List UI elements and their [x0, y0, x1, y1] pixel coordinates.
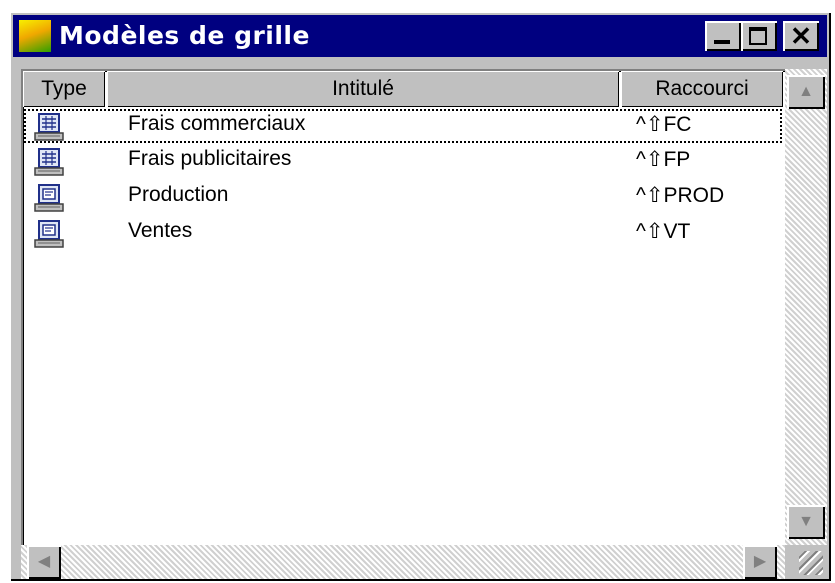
- vertical-scrollbar[interactable]: ▲ ▼: [785, 69, 827, 545]
- arrow-down-icon: ▼: [798, 513, 814, 530]
- scroll-down-button[interactable]: ▼: [787, 505, 825, 539]
- row-label: Frais commerciaux: [128, 112, 306, 135]
- arrow-right-icon: ▶: [753, 553, 767, 570]
- spreadsheet-icon: [34, 148, 64, 176]
- shortcut-modifier: ^⇧: [636, 113, 664, 136]
- column-header-label[interactable]: Intitulé: [107, 71, 619, 107]
- row-shortcut: ^⇧FP: [636, 147, 690, 172]
- app-icon[interactable]: [19, 20, 51, 52]
- list-item[interactable]: Ventes ^⇧VT: [24, 216, 782, 250]
- column-header-shortcut[interactable]: Raccourci: [621, 71, 783, 107]
- shortcut-modifier: ^⇧: [636, 184, 664, 207]
- shortcut-modifier: ^⇧: [636, 220, 664, 243]
- row-shortcut: ^⇧FC: [636, 112, 691, 137]
- shortcut-modifier: ^⇧: [636, 148, 664, 171]
- horizontal-scrollbar[interactable]: ◀ ▶: [21, 545, 785, 579]
- shortcut-key: FP: [663, 148, 691, 171]
- close-button[interactable]: ✕: [783, 21, 819, 51]
- arrow-left-icon: ◀: [37, 553, 51, 570]
- row-label: Frais publicitaires: [128, 147, 292, 170]
- list-item[interactable]: Production ^⇧PROD: [24, 180, 782, 214]
- close-icon: ✕: [790, 21, 812, 51]
- template-list[interactable]: Type Intitulé Raccourci Frais commerciau…: [21, 69, 785, 545]
- form-icon: [34, 184, 64, 212]
- list-item[interactable]: Frais publicitaires ^⇧FP: [24, 144, 782, 178]
- row-label: Production: [128, 183, 229, 206]
- shortcut-key: FC: [663, 113, 692, 136]
- row-label: Ventes: [128, 219, 193, 242]
- row-shortcut: ^⇧VT: [636, 219, 690, 244]
- scroll-right-button[interactable]: ▶: [743, 545, 777, 579]
- arrow-up-icon: ▲: [798, 83, 814, 100]
- shortcut-key: VT: [663, 220, 691, 243]
- maximize-button[interactable]: [741, 21, 777, 51]
- window: Modèles de grille ✕ Type Intitulé Raccou…: [9, 11, 831, 581]
- column-header-type[interactable]: Type: [23, 71, 105, 107]
- client-area: Type Intitulé Raccourci Frais commerciau…: [21, 69, 827, 579]
- window-title: Modèles de grille: [59, 21, 310, 50]
- minimize-button[interactable]: [705, 21, 741, 51]
- form-icon: [34, 220, 64, 248]
- shortcut-key: PROD: [663, 184, 725, 207]
- list-item[interactable]: Frais commerciaux ^⇧FC: [24, 109, 782, 143]
- scroll-up-button[interactable]: ▲: [787, 75, 825, 109]
- spreadsheet-icon: [34, 113, 64, 141]
- resize-grip[interactable]: [785, 545, 827, 579]
- minimize-icon: [705, 21, 741, 51]
- row-shortcut: ^⇧PROD: [636, 183, 724, 208]
- maximize-icon: [741, 21, 777, 51]
- scroll-left-button[interactable]: ◀: [27, 545, 61, 579]
- title-bar[interactable]: Modèles de grille ✕: [13, 15, 827, 57]
